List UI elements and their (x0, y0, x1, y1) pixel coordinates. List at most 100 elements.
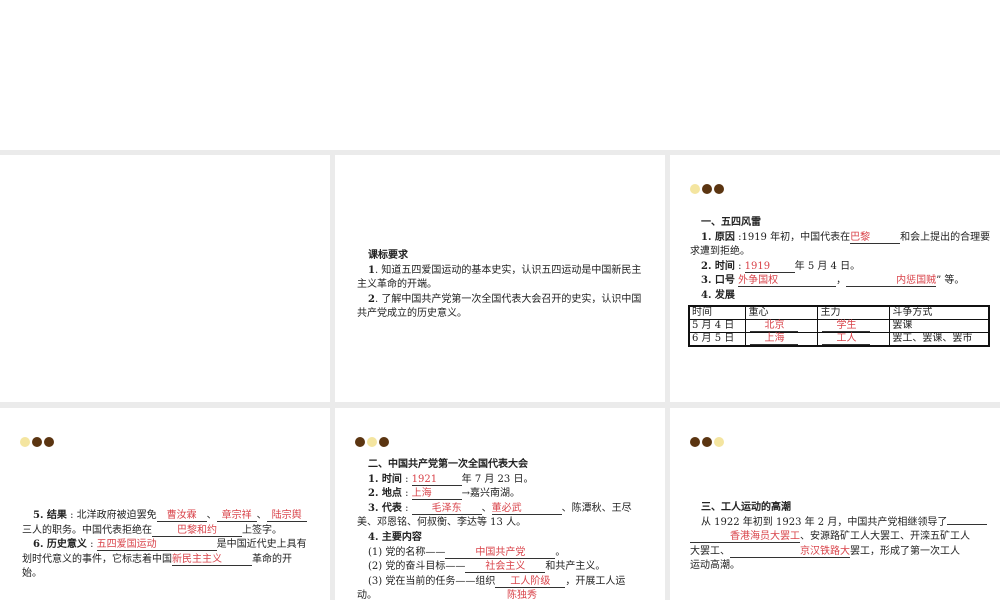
text-line: 4. 主要内容 (357, 531, 657, 546)
slide-dots-decoration (355, 437, 389, 447)
text-line: 主义革命的开端。 (357, 278, 647, 293)
circle-icon (379, 437, 389, 447)
table-header: 主力 (817, 305, 891, 320)
answer-blank: 上海 (750, 333, 799, 345)
circle-icon (714, 184, 724, 194)
text-run: 、 (481, 502, 492, 514)
text-run: 、 (256, 510, 267, 521)
text-run: 陈独秀 (507, 590, 537, 600)
text-run: 大罢工、 (690, 545, 730, 557)
answer-blank: 毛泽东 (411, 503, 482, 515)
answer-blank: 北京 (750, 320, 799, 332)
text-run: 3. 代表 (368, 502, 402, 514)
slide-dots-decoration (690, 184, 724, 194)
text-run: →嘉兴南湖。 (461, 488, 521, 500)
slide-first-congress[interactable]: 二、中国共产党第一次全国代表大会 1. 时间 : 1921 年 7 月 23 日。 2… (335, 408, 665, 600)
table-cell: 5 月 4 日 (688, 318, 747, 333)
text-run: (3) 党在当前的任务——组织 (368, 575, 496, 587)
text-run: ，开展工人运 (565, 575, 626, 587)
slide-results[interactable]: 5. 结果 : 北洋政府被迫罢免 曹汝霖、章宗祥、陆宗舆 三人的职务。中国代表拒绝在… (0, 408, 330, 600)
text-line: 大罢工、 京汉铁路大罢工，形成了第一次工人 (690, 545, 990, 560)
text-run: 始。 (22, 568, 42, 580)
text-run: 6. 历史意义 (33, 539, 87, 551)
slide-may-fourth[interactable]: 一、五四风雷 1. 原因 :1919 年初，中国代表在巴黎 和会上提出的合理要 求遭到… (670, 155, 1000, 402)
text-run: 罢工，形成了第一次工人 (850, 545, 960, 557)
slide-labor-movement[interactable]: 三、工人运动的高潮从 1922 年初到 1923 年 2 月，中国共产党相继领导… (670, 408, 1000, 600)
table-header: 重心 (745, 305, 819, 320)
text-run: 年 5 月 4 日。 (794, 260, 861, 272)
table-cell: 学生 (817, 318, 891, 333)
answer-blank: 巴黎 (850, 232, 901, 244)
text-run: 三人的职务。中国代表拒绝在 (22, 524, 152, 536)
answer-blank: 社会主义 (465, 561, 546, 574)
development-table: 时间 重心 主力 斗争方式 5 月 4 日北京 学生 罢课 6 月 5 日上海 工人 罢工、罢课、… (688, 304, 990, 347)
text-line: 始。 (22, 567, 322, 582)
text-run: (1) 党的名称—— (368, 546, 446, 558)
answer-blank: 内惩国贼 (846, 275, 937, 288)
slide-text: 一、五四风雷 1. 原因 :1919 年初，中国代表在巴黎 和会上提出的合理要 求遭到… (688, 216, 990, 347)
text-run: : (734, 260, 745, 272)
text-line: 3. 口号 外争国权，内惩国贼” 等。 (690, 274, 990, 289)
slide-blank[interactable] (0, 155, 330, 402)
text-line: 运动高潮。 (690, 559, 990, 574)
text-run: 二、中国共产党第一次全国代表大会 (368, 459, 528, 470)
text-run: 革命的开 (252, 553, 292, 565)
circle-icon (20, 437, 30, 447)
text-line: 香港海员大罢工、安源路矿工人大罢工、开滦五矿工人 (690, 530, 990, 545)
text-run: 共产党成立的历史意义。 (357, 308, 467, 320)
text-line: 动。 陈独秀 (357, 589, 657, 600)
text-line: 美、邓恩铭、何叔衡、李达等 13 人。 (357, 516, 657, 531)
text-run: 课标要求 (368, 250, 408, 261)
text-line: 6. 历史意义 : 五四爱国运动 是中国近代史上具有 (22, 538, 322, 553)
circle-icon (355, 437, 365, 447)
text-run: . 了解中国共产党第一次全国代表大会召开的史实，认识中国 (374, 293, 642, 305)
text-line: (1) 党的名称—— 中国共产党。 (357, 546, 657, 561)
text-run: 和会上提出的合理要 (900, 231, 991, 243)
answer-blank: 1919 (744, 261, 795, 273)
text-run: 三、工人运动的高潮 (701, 502, 791, 513)
table-cell: 罢课 (889, 318, 990, 333)
text-run: 。 (555, 546, 566, 558)
text-line: 3. 代表 : 毛泽东 、董必武 、陈潭秋、王尽 (357, 502, 657, 517)
answer-blank: 陆宗舆 (266, 510, 307, 522)
slide-dots-decoration (20, 437, 54, 447)
answer-blank: 上海 (411, 488, 462, 501)
text-run: 上签字。 (242, 524, 282, 536)
text-run: 求遭到拒绝。 (690, 246, 750, 258)
text-run: 、安源路矿工人大罢工、开滦五矿工人 (800, 531, 970, 543)
text-run: 运动高潮。 (690, 560, 740, 572)
text-line: 共产党成立的历史意义。 (357, 307, 647, 322)
answer-blank: 香港海员大罢工 (690, 531, 800, 544)
table-header: 时间 (688, 305, 747, 320)
table-row: 6 月 5 日上海 工人 罢工、罢课、罢市 (688, 331, 990, 347)
table-cell: 罢工、罢课、罢市 (889, 331, 990, 347)
slide-requirements[interactable]: 课标要求 1. 知道五四爱国运动的基本史实，认识五四运动是中国新民主 主义革命的开端… (335, 155, 665, 402)
table-header-row: 时间 重心 主力 斗争方式 (688, 305, 990, 320)
answer-blank: 中国共产党 (445, 547, 556, 559)
text-line: 三、工人运动的高潮 (690, 501, 990, 516)
text-run: ， (836, 275, 847, 287)
text-run: 2. 时间 (701, 260, 735, 272)
text-run: 5. 结果 (33, 510, 67, 521)
answer-blank: 曹汝霖 (156, 510, 207, 522)
text-line: 2. 时间 : 1919 年 5 月 4 日。 (690, 260, 990, 275)
text-run: : (401, 488, 412, 500)
text-run: : (401, 502, 412, 514)
text-line: 一、五四风雷 (690, 216, 990, 231)
text-run: 2. 地点 (368, 488, 402, 500)
text-run: 4. 主要内容 (368, 531, 422, 543)
text-run: 4. 发展 (701, 289, 735, 301)
circle-icon (32, 437, 42, 447)
text-line: 4. 发展 (690, 289, 990, 304)
answer-blank: 学生 (822, 320, 871, 332)
text-run: 和共产主义。 (545, 561, 606, 573)
answer-blank (947, 523, 988, 525)
text-run: : (86, 539, 97, 551)
slide-sorter-top-area (0, 0, 1000, 150)
text-line: 二、中国共产党第一次全国代表大会 (357, 458, 657, 473)
answer-blank: 工人 (822, 333, 871, 345)
text-line: 1. 原因 :1919 年初，中国代表在巴黎 和会上提出的合理要 (690, 231, 990, 246)
table-row: 5 月 4 日北京 学生 罢课 (688, 318, 990, 333)
text-line: 求遭到拒绝。 (690, 245, 990, 260)
text-line: 2. 了解中国共产党第一次全国代表大会召开的史实，认识中国 (357, 293, 647, 308)
